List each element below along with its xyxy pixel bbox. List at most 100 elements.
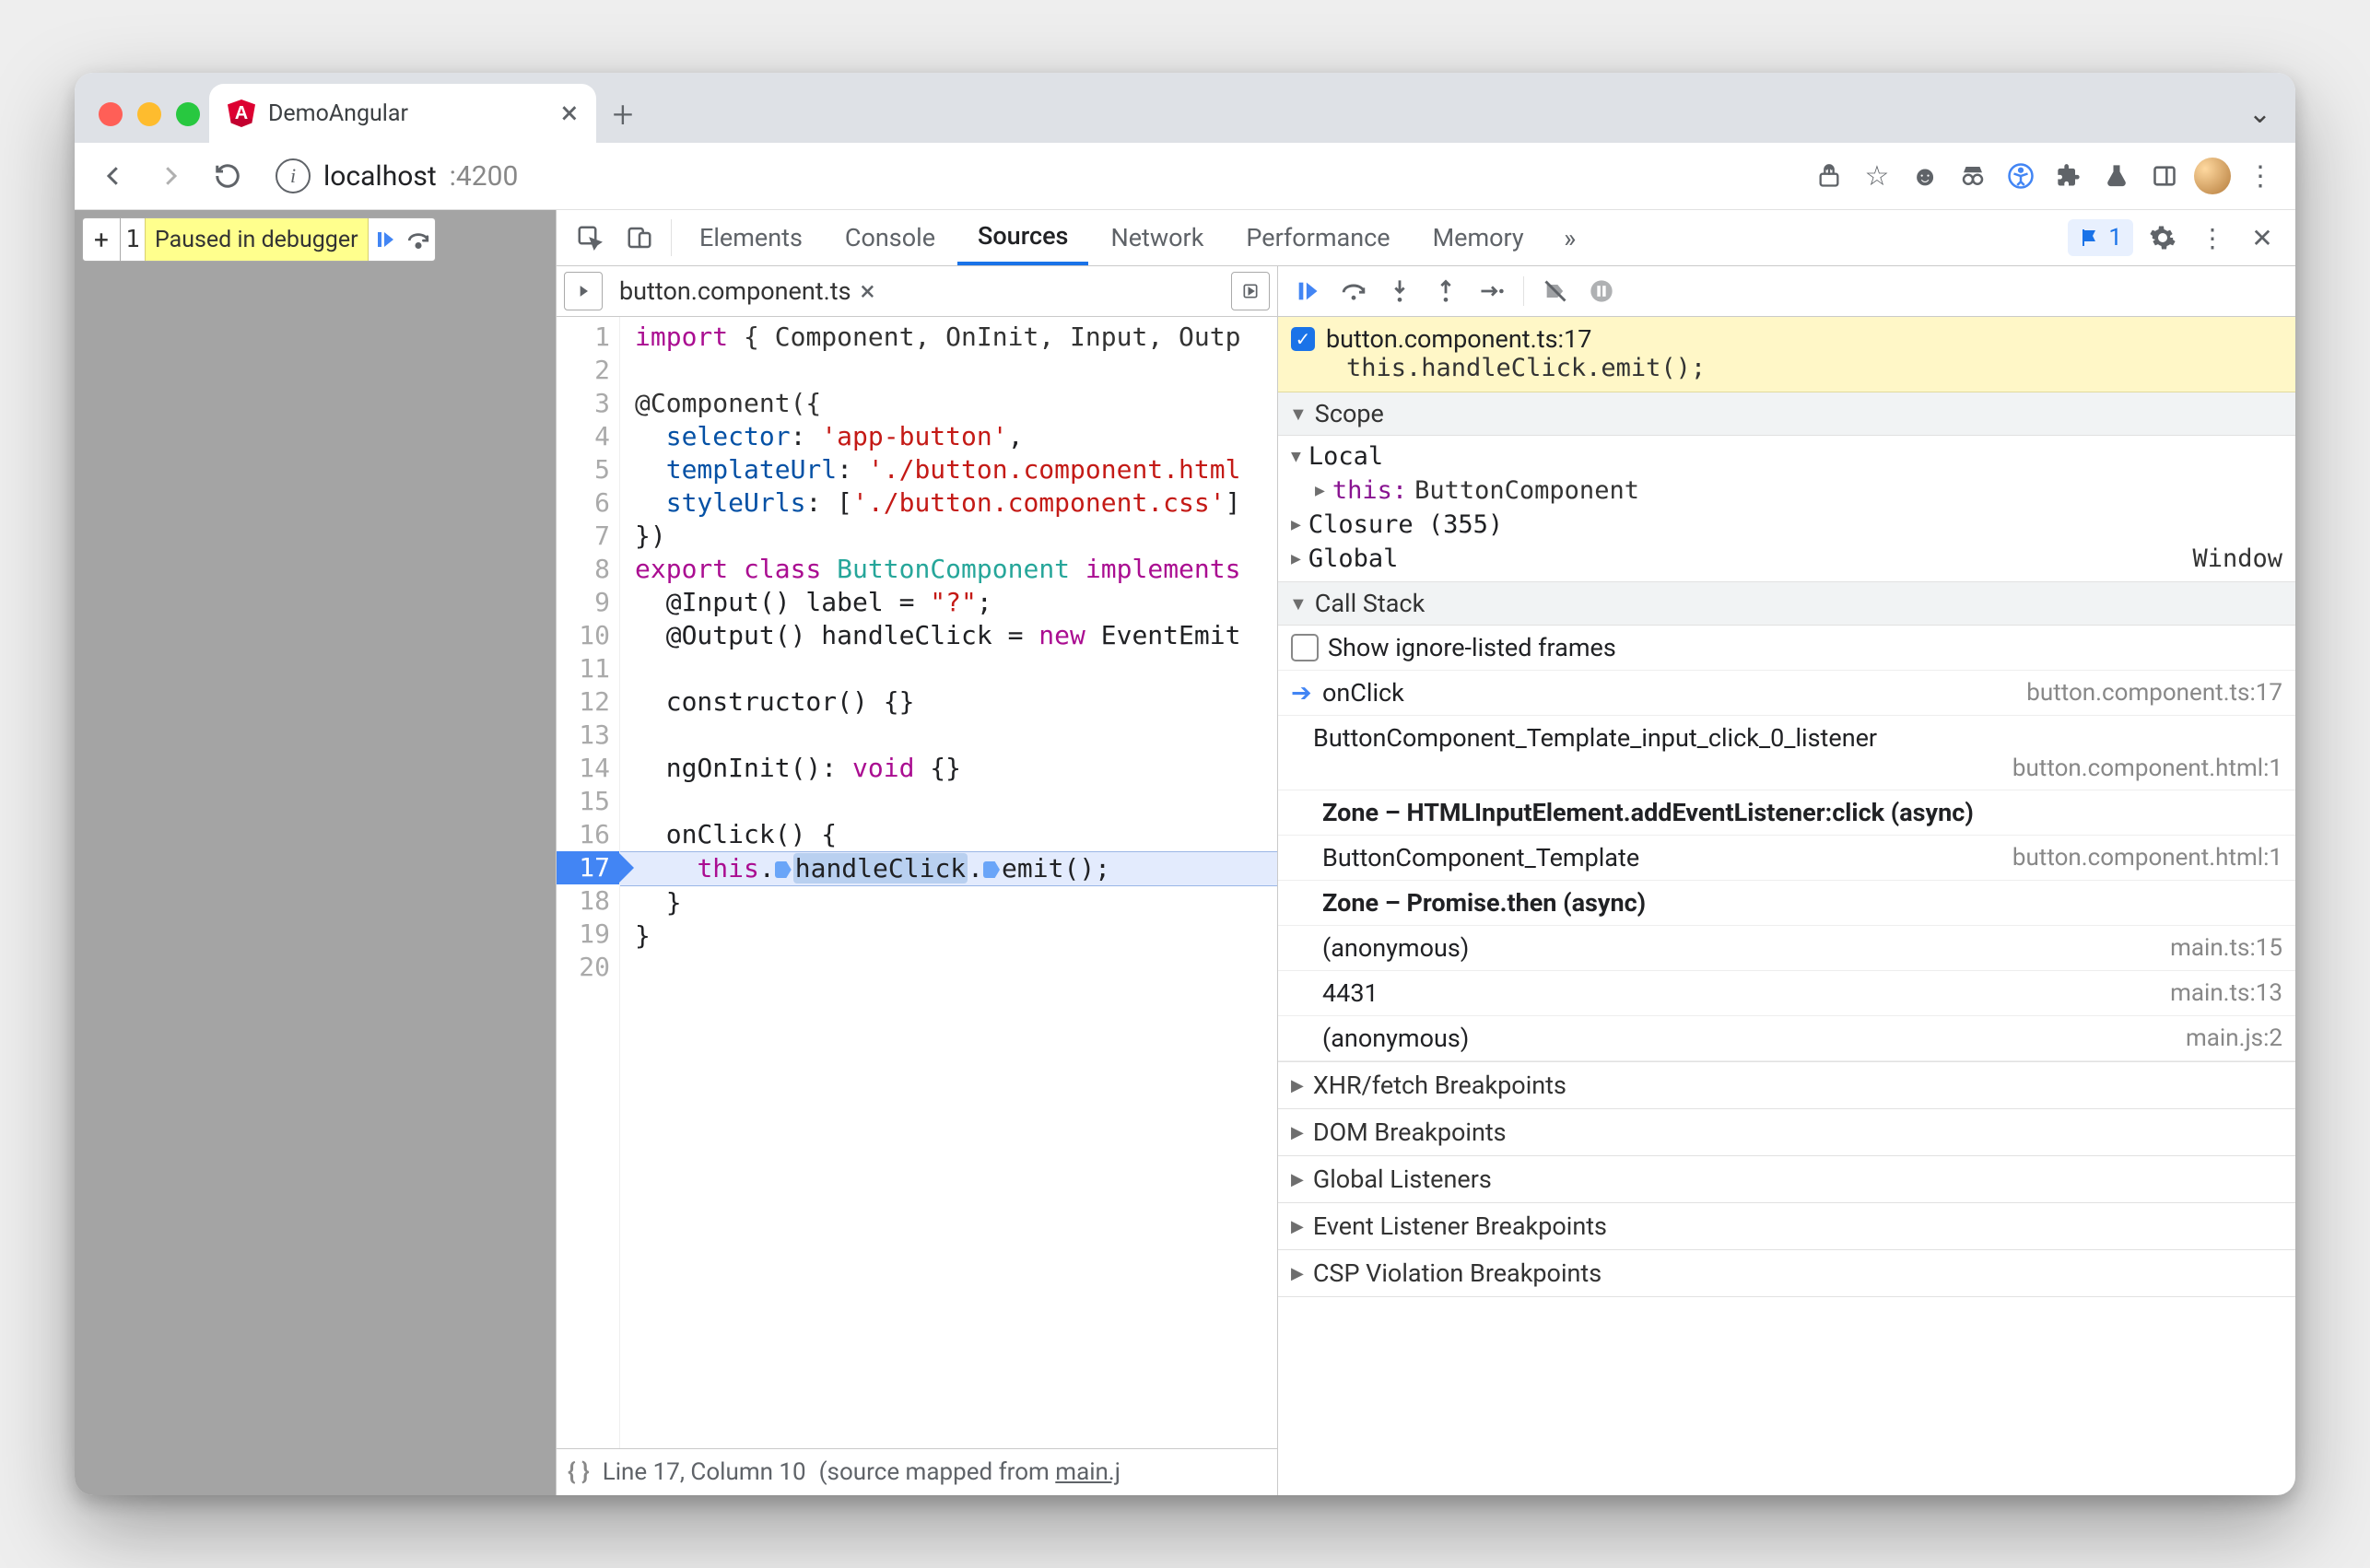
line-number[interactable]: 1 [557, 321, 610, 354]
section-event-listener-breakpoints[interactable]: ▶Event Listener Breakpoints [1278, 1203, 2295, 1250]
issues-badge[interactable]: 1 [2068, 219, 2133, 256]
code-line[interactable]: import { Component, OnInit, Input, Outp [635, 321, 1277, 354]
section-global-listeners[interactable]: ▶Global Listeners [1278, 1156, 2295, 1203]
resume-button[interactable] [1287, 271, 1328, 311]
line-number[interactable]: 8 [557, 553, 610, 586]
callstack-header[interactable]: ▼Call Stack [1278, 582, 2295, 626]
site-info-icon[interactable]: i [276, 158, 311, 193]
profile-avatar[interactable] [2190, 154, 2235, 198]
snippets-toggle-icon[interactable] [1231, 272, 1270, 310]
maximize-window-icon[interactable] [176, 102, 200, 126]
callstack-frame[interactable]: ButtonComponent_Template_input_click_0_l… [1278, 716, 2295, 790]
callstack-frame[interactable]: ButtonComponent_Templatebutton.component… [1278, 836, 2295, 881]
line-number[interactable]: 5 [557, 453, 610, 486]
line-number[interactable]: 6 [557, 486, 610, 520]
callstack-frame[interactable]: Zone – Promise.then (async) [1278, 881, 2295, 926]
scope-closure[interactable]: ▶Closure (355) [1278, 508, 2295, 542]
code-line[interactable]: } [635, 886, 1277, 919]
forward-button[interactable] [145, 150, 196, 202]
line-number[interactable]: 13 [557, 719, 610, 752]
reload-button[interactable] [202, 150, 253, 202]
line-number[interactable]: 19 [557, 918, 610, 951]
line-number[interactable]: 16 [557, 818, 610, 851]
scope-global[interactable]: ▶GlobalWindow [1278, 542, 2295, 576]
code-line[interactable]: export class ButtonComponent implements [635, 553, 1277, 586]
extensions-icon[interactable] [2047, 154, 2091, 198]
inspect-element-icon[interactable] [566, 210, 614, 265]
code-line[interactable]: this.handleClick.emit(); [620, 851, 1277, 886]
file-tab-close-icon[interactable]: × [861, 275, 875, 308]
line-number[interactable]: 15 [557, 785, 610, 818]
overlay-resume-icon[interactable] [369, 228, 402, 251]
overlay-add-icon[interactable]: + [83, 218, 121, 261]
code-line[interactable] [635, 719, 1277, 752]
line-number[interactable]: 20 [557, 951, 610, 984]
line-number[interactable]: 11 [557, 652, 610, 685]
deactivate-breakpoints-button[interactable] [1535, 271, 1576, 311]
code-line[interactable] [635, 652, 1277, 685]
extension-accessibility-icon[interactable] [1999, 154, 2043, 198]
code-line[interactable] [635, 785, 1277, 818]
code-line[interactable]: templateUrl: './button.component.html [635, 453, 1277, 486]
step-button[interactable] [1472, 271, 1512, 311]
browser-tab[interactable]: DemoAngular × [209, 84, 596, 143]
close-window-icon[interactable] [99, 102, 123, 126]
scope-header[interactable]: ▼Scope [1278, 392, 2295, 436]
tabs-overflow-icon[interactable]: ⌄ [2241, 98, 2279, 143]
line-number[interactable]: 17 [557, 851, 619, 884]
side-panel-icon[interactable] [2142, 154, 2187, 198]
code-line[interactable]: constructor() {} [635, 685, 1277, 719]
bookmark-icon[interactable]: ☆ [1855, 154, 1899, 198]
tab-elements[interactable]: Elements [679, 210, 823, 265]
address-bar[interactable]: i localhost:4200 [259, 150, 1801, 202]
chrome-menu-icon[interactable]: ⋮ [2238, 154, 2282, 198]
devtools-menu-icon[interactable]: ⋮ [2188, 210, 2236, 265]
code-line[interactable]: ngOnInit(): void {} [635, 752, 1277, 785]
step-into-button[interactable] [1379, 271, 1420, 311]
extension-skull-icon[interactable]: ☻ [1903, 154, 1947, 198]
source-map-link[interactable]: main.j [1055, 1458, 1120, 1486]
breakpoint-location[interactable]: button.component.ts:17 [1326, 324, 1591, 354]
tabs-more-icon[interactable]: » [1546, 210, 1594, 265]
tab-sources[interactable]: Sources [957, 210, 1088, 265]
callstack-frame[interactable]: (anonymous)main.js:2 [1278, 1016, 2295, 1061]
code-editor[interactable]: 1234567891011121314151617181920 import {… [557, 317, 1277, 1448]
tab-performance[interactable]: Performance [1226, 210, 1410, 265]
code-line[interactable]: @Output() handleClick = new EventEmit [635, 619, 1277, 652]
line-number[interactable]: 12 [557, 685, 610, 719]
checkbox-icon[interactable] [1291, 634, 1319, 661]
show-ignored-frames[interactable]: Show ignore-listed frames [1278, 626, 2295, 671]
line-number[interactable]: 10 [557, 619, 610, 652]
scope-this[interactable]: ▶this: ButtonComponent [1278, 474, 2295, 508]
callstack-frame[interactable]: 4431main.ts:13 [1278, 971, 2295, 1016]
tab-close-icon[interactable]: × [561, 98, 578, 129]
line-number[interactable]: 14 [557, 752, 610, 785]
line-number[interactable]: 2 [557, 354, 610, 387]
settings-icon[interactable] [2139, 210, 2187, 265]
section-xhr-fetch-breakpoints[interactable]: ▶XHR/fetch Breakpoints [1278, 1062, 2295, 1109]
file-tab[interactable]: button.component.ts × [610, 275, 885, 308]
code-line[interactable] [635, 354, 1277, 387]
step-over-button[interactable] [1333, 271, 1374, 311]
navigator-toggle-icon[interactable] [564, 272, 603, 310]
section-dom-breakpoints[interactable]: ▶DOM Breakpoints [1278, 1109, 2295, 1156]
code-line[interactable]: @Input() label = "?"; [635, 586, 1277, 619]
line-number[interactable]: 3 [557, 387, 610, 420]
tab-memory[interactable]: Memory [1413, 210, 1544, 265]
callstack-frame[interactable]: ➔onClickbutton.component.ts:17 [1278, 671, 2295, 716]
tab-console[interactable]: Console [825, 210, 956, 265]
code-line[interactable]: onClick() { [635, 818, 1277, 851]
callstack-frame[interactable]: (anonymous)main.ts:15 [1278, 926, 2295, 971]
line-number[interactable]: 9 [557, 586, 610, 619]
code-line[interactable]: selector: 'app-button', [635, 420, 1277, 453]
callstack-frame[interactable]: Zone – HTMLInputElement.addEventListener… [1278, 790, 2295, 836]
code-line[interactable]: }) [635, 520, 1277, 553]
back-button[interactable] [88, 150, 139, 202]
pause-exceptions-button[interactable] [1581, 271, 1622, 311]
code-body[interactable]: import { Component, OnInit, Input, Outp … [620, 317, 1277, 1448]
minimize-window-icon[interactable] [137, 102, 161, 126]
code-line[interactable]: @Component({ [635, 387, 1277, 420]
step-out-button[interactable] [1426, 271, 1466, 311]
code-line[interactable]: } [635, 919, 1277, 953]
line-gutter[interactable]: 1234567891011121314151617181920 [557, 317, 620, 1448]
